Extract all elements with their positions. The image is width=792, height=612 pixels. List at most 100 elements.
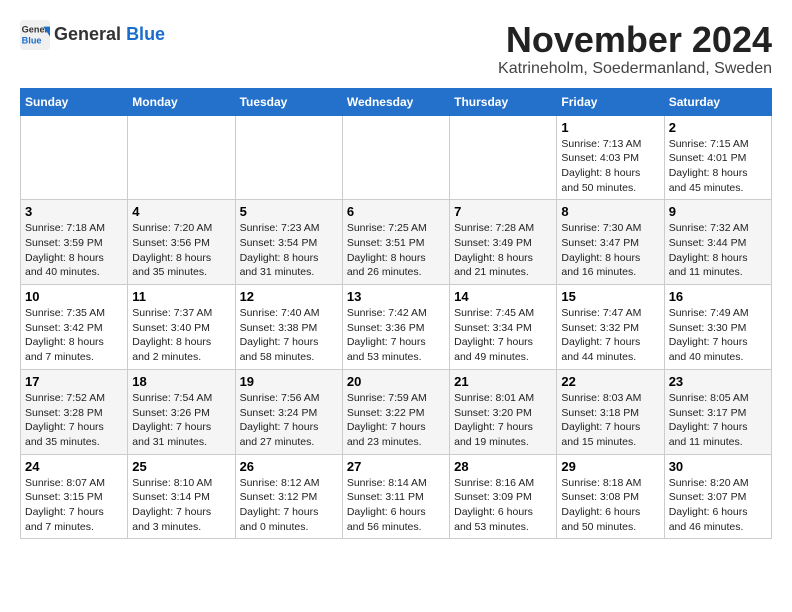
day-info: Sunrise: 7:59 AMSunset: 3:22 PMDaylight:… — [347, 391, 445, 450]
day-info: Sunrise: 7:18 AMSunset: 3:59 PMDaylight:… — [25, 221, 123, 280]
day-number: 5 — [240, 204, 338, 219]
weekday-header-tuesday: Tuesday — [235, 88, 342, 115]
day-number: 11 — [132, 289, 230, 304]
calendar-cell: 25 Sunrise: 8:10 AMSunset: 3:14 PMDaylig… — [128, 454, 235, 539]
logo-general-text: General — [54, 24, 121, 44]
day-info: Sunrise: 8:14 AMSunset: 3:11 PMDaylight:… — [347, 476, 445, 535]
day-info: Sunrise: 8:05 AMSunset: 3:17 PMDaylight:… — [669, 391, 767, 450]
svg-text:Blue: Blue — [22, 35, 42, 45]
calendar-week-row: 24 Sunrise: 8:07 AMSunset: 3:15 PMDaylig… — [21, 454, 772, 539]
day-info: Sunrise: 7:23 AMSunset: 3:54 PMDaylight:… — [240, 221, 338, 280]
calendar-cell: 28 Sunrise: 8:16 AMSunset: 3:09 PMDaylig… — [450, 454, 557, 539]
calendar-header-row: SundayMondayTuesdayWednesdayThursdayFrid… — [21, 88, 772, 115]
calendar-cell: 6 Sunrise: 7:25 AMSunset: 3:51 PMDayligh… — [342, 200, 449, 285]
weekday-header-saturday: Saturday — [664, 88, 771, 115]
calendar-cell: 1 Sunrise: 7:13 AMSunset: 4:03 PMDayligh… — [557, 115, 664, 200]
day-info: Sunrise: 8:01 AMSunset: 3:20 PMDaylight:… — [454, 391, 552, 450]
day-number: 27 — [347, 459, 445, 474]
calendar-cell: 15 Sunrise: 7:47 AMSunset: 3:32 PMDaylig… — [557, 285, 664, 370]
weekday-header-wednesday: Wednesday — [342, 88, 449, 115]
day-info: Sunrise: 7:35 AMSunset: 3:42 PMDaylight:… — [25, 306, 123, 365]
day-number: 29 — [561, 459, 659, 474]
calendar-cell — [21, 115, 128, 200]
day-info: Sunrise: 7:54 AMSunset: 3:26 PMDaylight:… — [132, 391, 230, 450]
day-info: Sunrise: 7:47 AMSunset: 3:32 PMDaylight:… — [561, 306, 659, 365]
calendar-cell — [235, 115, 342, 200]
day-info: Sunrise: 8:03 AMSunset: 3:18 PMDaylight:… — [561, 391, 659, 450]
calendar-cell: 29 Sunrise: 8:18 AMSunset: 3:08 PMDaylig… — [557, 454, 664, 539]
day-info: Sunrise: 7:30 AMSunset: 3:47 PMDaylight:… — [561, 221, 659, 280]
calendar-cell: 19 Sunrise: 7:56 AMSunset: 3:24 PMDaylig… — [235, 369, 342, 454]
day-info: Sunrise: 7:20 AMSunset: 3:56 PMDaylight:… — [132, 221, 230, 280]
day-number: 23 — [669, 374, 767, 389]
day-number: 24 — [25, 459, 123, 474]
calendar-week-row: 3 Sunrise: 7:18 AMSunset: 3:59 PMDayligh… — [21, 200, 772, 285]
day-number: 25 — [132, 459, 230, 474]
calendar-cell: 13 Sunrise: 7:42 AMSunset: 3:36 PMDaylig… — [342, 285, 449, 370]
calendar-cell: 4 Sunrise: 7:20 AMSunset: 3:56 PMDayligh… — [128, 200, 235, 285]
weekday-header-thursday: Thursday — [450, 88, 557, 115]
calendar-cell: 18 Sunrise: 7:54 AMSunset: 3:26 PMDaylig… — [128, 369, 235, 454]
weekday-header-friday: Friday — [557, 88, 664, 115]
calendar-cell: 27 Sunrise: 8:14 AMSunset: 3:11 PMDaylig… — [342, 454, 449, 539]
weekday-header-monday: Monday — [128, 88, 235, 115]
day-number: 17 — [25, 374, 123, 389]
day-number: 12 — [240, 289, 338, 304]
calendar-cell — [450, 115, 557, 200]
day-number: 3 — [25, 204, 123, 219]
day-number: 14 — [454, 289, 552, 304]
day-number: 26 — [240, 459, 338, 474]
day-info: Sunrise: 7:42 AMSunset: 3:36 PMDaylight:… — [347, 306, 445, 365]
calendar-week-row: 10 Sunrise: 7:35 AMSunset: 3:42 PMDaylig… — [21, 285, 772, 370]
day-number: 10 — [25, 289, 123, 304]
day-info: Sunrise: 8:18 AMSunset: 3:08 PMDaylight:… — [561, 476, 659, 535]
day-info: Sunrise: 7:56 AMSunset: 3:24 PMDaylight:… — [240, 391, 338, 450]
calendar-cell: 16 Sunrise: 7:49 AMSunset: 3:30 PMDaylig… — [664, 285, 771, 370]
logo-blue-text: Blue — [126, 24, 165, 44]
month-title: November 2024 — [498, 20, 772, 60]
day-number: 8 — [561, 204, 659, 219]
day-number: 13 — [347, 289, 445, 304]
day-number: 2 — [669, 120, 767, 135]
day-info: Sunrise: 7:49 AMSunset: 3:30 PMDaylight:… — [669, 306, 767, 365]
day-number: 20 — [347, 374, 445, 389]
logo: General Blue General Blue — [20, 20, 165, 50]
calendar-cell: 21 Sunrise: 8:01 AMSunset: 3:20 PMDaylig… — [450, 369, 557, 454]
day-number: 4 — [132, 204, 230, 219]
calendar-cell: 2 Sunrise: 7:15 AMSunset: 4:01 PMDayligh… — [664, 115, 771, 200]
calendar-week-row: 17 Sunrise: 7:52 AMSunset: 3:28 PMDaylig… — [21, 369, 772, 454]
calendar-cell: 12 Sunrise: 7:40 AMSunset: 3:38 PMDaylig… — [235, 285, 342, 370]
day-info: Sunrise: 7:13 AMSunset: 4:03 PMDaylight:… — [561, 137, 659, 196]
weekday-header-sunday: Sunday — [21, 88, 128, 115]
calendar-week-row: 1 Sunrise: 7:13 AMSunset: 4:03 PMDayligh… — [21, 115, 772, 200]
day-info: Sunrise: 8:12 AMSunset: 3:12 PMDaylight:… — [240, 476, 338, 535]
day-info: Sunrise: 8:07 AMSunset: 3:15 PMDaylight:… — [25, 476, 123, 535]
day-info: Sunrise: 7:28 AMSunset: 3:49 PMDaylight:… — [454, 221, 552, 280]
day-number: 22 — [561, 374, 659, 389]
calendar-cell: 17 Sunrise: 7:52 AMSunset: 3:28 PMDaylig… — [21, 369, 128, 454]
calendar-cell: 8 Sunrise: 7:30 AMSunset: 3:47 PMDayligh… — [557, 200, 664, 285]
day-info: Sunrise: 8:10 AMSunset: 3:14 PMDaylight:… — [132, 476, 230, 535]
title-block: November 2024 Katrineholm, Soedermanland… — [498, 20, 772, 78]
calendar-cell: 9 Sunrise: 7:32 AMSunset: 3:44 PMDayligh… — [664, 200, 771, 285]
day-number: 1 — [561, 120, 659, 135]
calendar-cell: 3 Sunrise: 7:18 AMSunset: 3:59 PMDayligh… — [21, 200, 128, 285]
calendar-cell: 7 Sunrise: 7:28 AMSunset: 3:49 PMDayligh… — [450, 200, 557, 285]
day-number: 7 — [454, 204, 552, 219]
day-number: 21 — [454, 374, 552, 389]
day-number: 9 — [669, 204, 767, 219]
day-info: Sunrise: 8:16 AMSunset: 3:09 PMDaylight:… — [454, 476, 552, 535]
day-info: Sunrise: 7:40 AMSunset: 3:38 PMDaylight:… — [240, 306, 338, 365]
day-number: 28 — [454, 459, 552, 474]
calendar-cell: 30 Sunrise: 8:20 AMSunset: 3:07 PMDaylig… — [664, 454, 771, 539]
page-header: General Blue General Blue November 2024 … — [20, 20, 772, 78]
day-info: Sunrise: 8:20 AMSunset: 3:07 PMDaylight:… — [669, 476, 767, 535]
calendar-cell: 11 Sunrise: 7:37 AMSunset: 3:40 PMDaylig… — [128, 285, 235, 370]
calendar-cell: 26 Sunrise: 8:12 AMSunset: 3:12 PMDaylig… — [235, 454, 342, 539]
day-info: Sunrise: 7:32 AMSunset: 3:44 PMDaylight:… — [669, 221, 767, 280]
calendar-cell — [128, 115, 235, 200]
calendar-table: SundayMondayTuesdayWednesdayThursdayFrid… — [20, 88, 772, 540]
calendar-cell: 22 Sunrise: 8:03 AMSunset: 3:18 PMDaylig… — [557, 369, 664, 454]
location-title: Katrineholm, Soedermanland, Sweden — [498, 60, 772, 78]
day-number: 19 — [240, 374, 338, 389]
